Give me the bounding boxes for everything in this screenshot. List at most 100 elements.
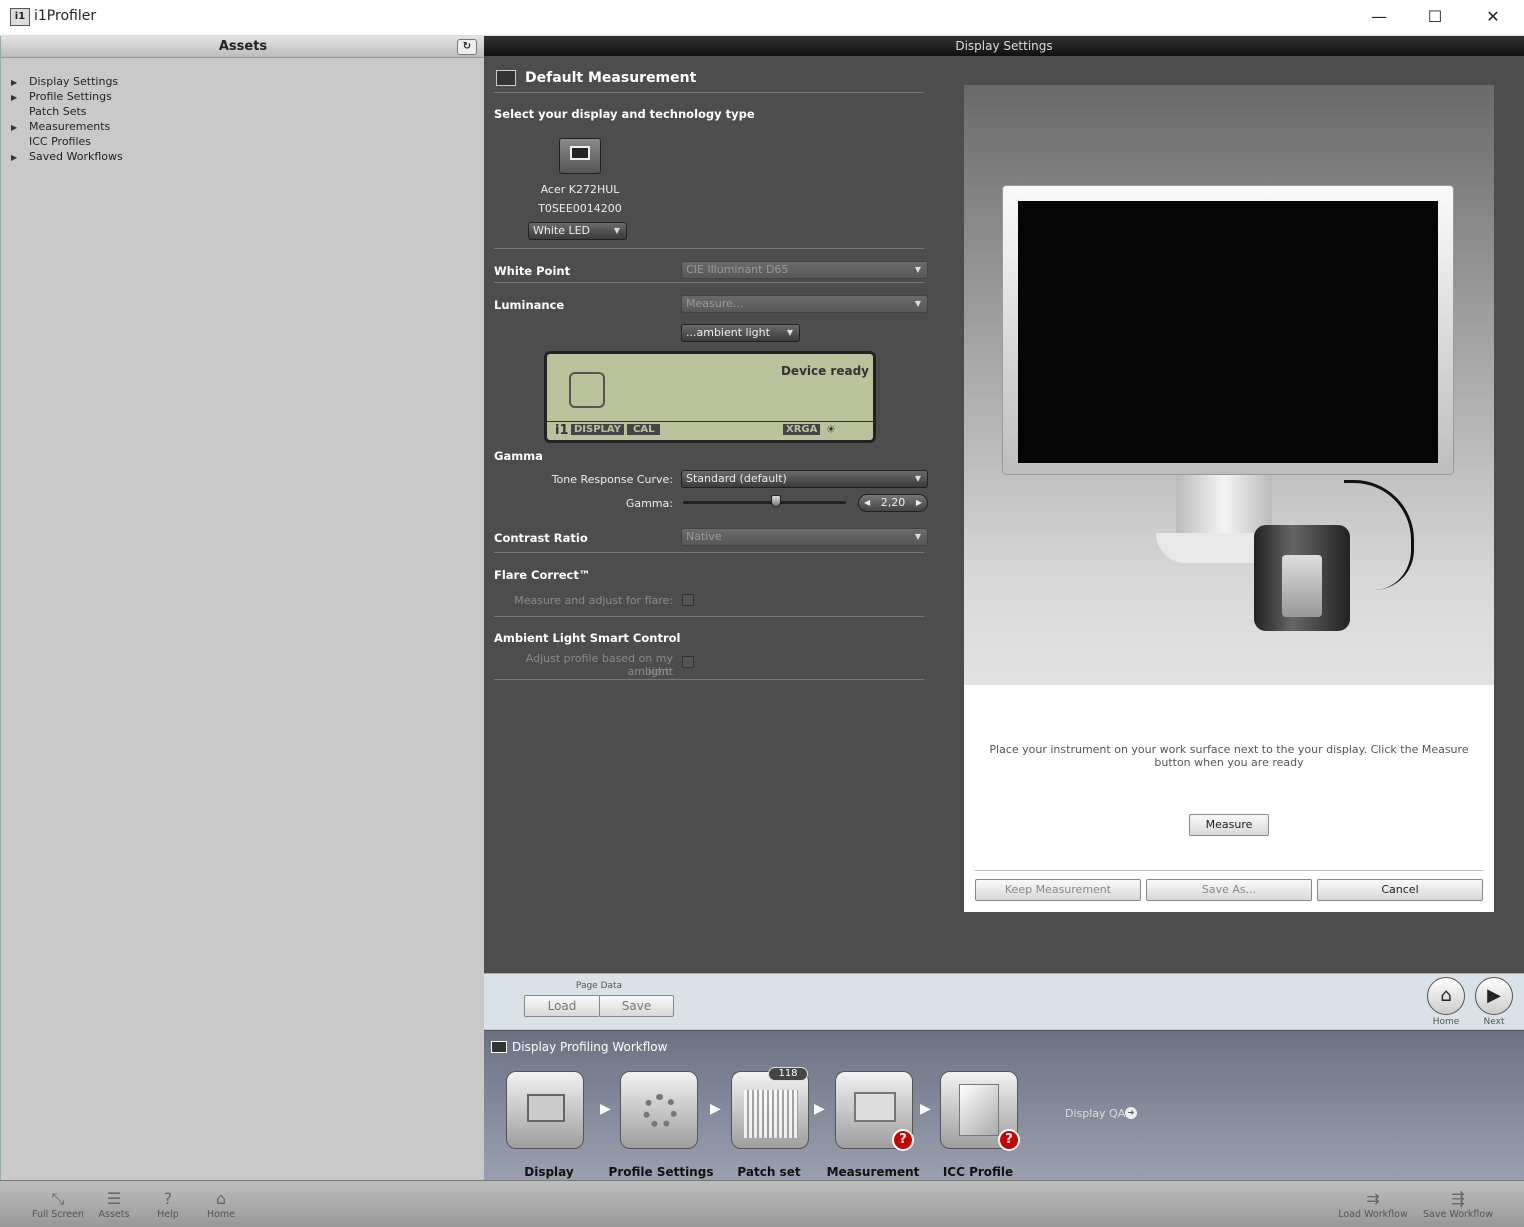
flare-checkbox[interactable] [682,594,694,606]
play-icon: ▶ [1487,985,1501,1006]
preview-panel: Place your instrument on your work surfa… [964,85,1494,912]
gamma-stepper[interactable]: ◀ 2,20 ▶ [858,494,928,512]
app-title: i1Profiler [34,8,97,24]
title-bar: i1 i1Profiler — ☐ ✕ [0,0,1524,36]
save-workflow-button[interactable]: ⇶ Save Workflow [1418,1189,1498,1220]
instruction-text: Place your instrument on your work surfa… [989,743,1469,769]
tree-item-measurements[interactable]: ▶ Measurements [11,119,123,134]
device-status-display: Device ready i1 DISPLAY CAL XRGA ☀ [544,351,876,443]
home-button[interactable]: ⌂ [1427,977,1465,1015]
workflow-title: Display Profiling Workflow [512,1040,668,1054]
arrow-circle-icon[interactable]: ➜ [1125,1107,1137,1119]
patch-grid-icon [744,1090,798,1138]
gamma-value: 2,20 [880,496,906,509]
bottom-toolbar: ⤡ Full Screen ☰ Assets ? Help ⌂ Home ⇉ Load W… [0,1180,1524,1227]
next-label: Next [1483,1017,1505,1027]
question-icon: ? [163,1189,173,1208]
usb-cable [1344,480,1414,590]
home-toolbar-button[interactable]: ⌂ Home [201,1189,241,1220]
expand-arrow-icon[interactable]: ▶ [11,75,29,90]
divider [494,92,924,93]
monitor-stand [1176,475,1272,535]
arrow-right-icon: ▶ [920,1101,931,1117]
arrow-right-icon: ▶ [814,1101,825,1117]
maximize-button[interactable]: ☐ [1406,0,1464,36]
ambient-light-dropdown[interactable]: ...ambient light [681,324,800,342]
workflow-bar: Display Profiling Workflow ▶ ▶ 118 ▶ ? ▶… [484,1030,1524,1193]
patch-count-badge: 118 [768,1067,808,1081]
load-button[interactable]: Load [524,995,600,1017]
full-screen-button[interactable]: ⤡ Full Screen [28,1189,88,1220]
tree-item-patch-sets[interactable]: Patch Sets [11,104,123,119]
tree-item-display-settings[interactable]: ▶ Display Settings [11,74,123,89]
monitor-icon [491,1041,507,1053]
ambient-title: Ambient Light Smart Control [494,631,681,645]
load-workflow-icon: ⇉ [1366,1189,1380,1208]
gamma-title: Gamma [494,449,543,463]
white-point-dropdown[interactable]: CIE Illuminant D65 [681,261,928,279]
tree-item-icc-profiles[interactable]: ICC Profiles [11,134,123,149]
step-label-icc-profile: ICC Profile [942,1165,1014,1179]
assets-button[interactable]: ☰ Assets [94,1189,134,1220]
measure-button[interactable]: Measure [1189,814,1269,836]
page-data-label: Page Data [575,981,623,991]
display-settings-panel: Display Settings Default Measurement Sel… [484,36,1524,973]
workflow-step-profile-settings[interactable] [620,1071,698,1149]
arrow-right-icon: ▶ [710,1101,721,1117]
luminance-dropdown[interactable]: Measure... [681,295,928,313]
select-display-label: Select your display and technology type [494,107,755,121]
app-logo-icon: i1 [10,8,30,26]
instrument-icon [569,372,605,408]
expand-arrow-icon[interactable]: ▶ [11,150,29,165]
display-qa-link[interactable]: Display QA [1065,1107,1125,1120]
gamma-slider[interactable] [683,501,846,504]
divider [494,282,924,283]
load-workflow-button[interactable]: ⇉ Load Workflow [1334,1189,1412,1220]
tree-item-saved-workflows[interactable]: ▶ Saved Workflows [11,149,123,164]
monitor-icon [496,70,516,86]
minimize-button[interactable]: — [1350,0,1408,36]
trc-dropdown[interactable]: Standard (default) [681,470,928,488]
save-as-button[interactable]: Save As... [1146,879,1312,901]
expand-arrow-icon[interactable]: ▶ [11,120,29,135]
lightbulb-icon: ☀ [826,423,836,436]
device-status-text: Device ready [780,364,869,378]
increment-icon[interactable]: ▶ [916,495,922,511]
workflow-step-patch-set[interactable] [731,1071,809,1149]
assets-panel: Assets ↻ ▶ Display Settings ▶ Profile Sett… [0,36,485,1180]
home-label: Home [1432,1017,1460,1027]
flare-label: Measure and adjust for flare: [514,594,673,607]
divider [494,679,924,680]
save-workflow-icon: ⇶ [1451,1189,1465,1208]
decrement-icon[interactable]: ◀ [864,495,870,511]
section-title: Default Measurement [525,70,697,86]
keep-measurement-button[interactable]: Keep Measurement [975,879,1141,901]
help-button[interactable]: ? Help [148,1189,188,1220]
contrast-dropdown[interactable]: Native [681,528,928,546]
home-icon: ⌂ [1440,985,1452,1006]
preview-instructions-area: Place your instrument on your work surfa… [964,685,1494,912]
warning-question-icon: ? [998,1129,1020,1151]
tree-item-profile-settings[interactable]: ▶ Profile Settings [11,89,123,104]
step-label-measurement: Measurement [826,1165,920,1179]
workflow-step-display-settings[interactable] [506,1071,584,1149]
contrast-label: Contrast Ratio [494,531,588,545]
refresh-icon[interactable]: ↻ [457,39,477,55]
list-icon: ☰ [106,1189,122,1208]
luminance-label: Luminance [494,298,565,312]
display-select-button[interactable] [559,138,601,174]
ambient-checkbox[interactable] [682,656,694,668]
display-name: Acer K272HUL [540,183,620,196]
expand-arrow-icon[interactable]: ▶ [11,90,29,105]
technology-dropdown[interactable]: White LED [528,222,627,240]
gamma-slider-thumb[interactable] [770,495,781,507]
device-segment-xrga: XRGA [783,424,821,435]
save-button[interactable]: Save [599,995,674,1017]
panel-header: Display Settings [484,36,1524,56]
monitor-image [1002,185,1454,475]
divider [494,552,924,553]
assets-tree: ▶ Display Settings ▶ Profile Settings Patc… [11,74,123,164]
close-button[interactable]: ✕ [1464,0,1522,36]
cancel-button[interactable]: Cancel [1317,879,1483,901]
next-button[interactable]: ▶ [1475,977,1513,1015]
